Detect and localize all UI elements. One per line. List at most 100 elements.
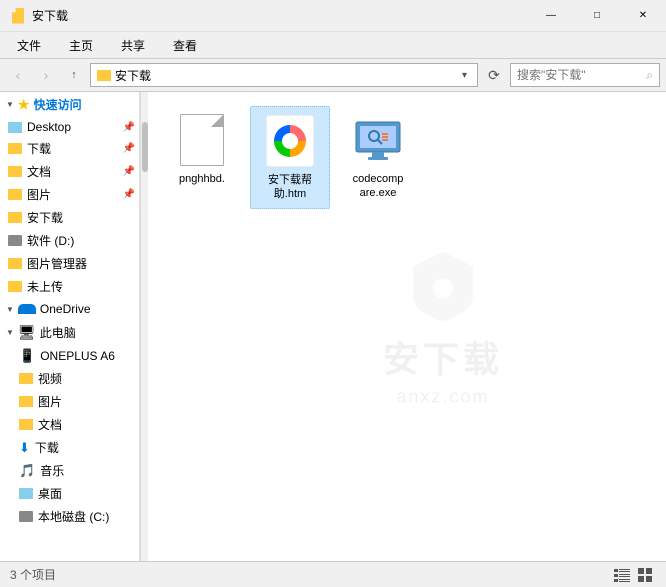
sidebar-item-oneplus[interactable]: 📱 ONEPLUS A6 — [0, 345, 139, 367]
address-bar-row: ‹ › ↑ 安下载 ▾ ⟳ ⌕ — [0, 59, 666, 92]
ribbon-tabs: 文件 主页 共享 查看 — [0, 32, 666, 58]
sidebar-label: 安下载 — [27, 209, 63, 226]
sidebar-thispc[interactable]: ▼ 🖥 此电脑 — [0, 320, 139, 345]
address-path: 安下载 — [115, 67, 151, 84]
sidebar-quickaccess[interactable]: ▼ ★ 快速访问 — [0, 92, 139, 117]
onedrive-label: OneDrive — [40, 302, 91, 316]
folder-icon — [12, 8, 24, 24]
refresh-button[interactable]: ⟳ — [482, 63, 506, 87]
sidebar-scrollbar-thumb — [142, 122, 148, 172]
sidebar: ▼ ★ 快速访问 Desktop 📌 下载 📌 文档 📌 图片 — [0, 92, 140, 561]
sidebar-onedrive[interactable]: ▼ OneDrive — [0, 298, 139, 320]
folder-icon — [8, 143, 22, 154]
file-grid: pnghhbd. 安下载帮助.htm — [158, 102, 656, 213]
sidebar-label: 图片 — [38, 393, 62, 410]
watermark-shield-icon — [403, 246, 483, 326]
file-item-anzaixia[interactable]: 安下载帮助.htm — [250, 106, 330, 209]
sidebar-item-download[interactable]: 下载 📌 — [0, 137, 139, 160]
maximize-button[interactable]: □ — [574, 0, 620, 32]
status-bar: 3 个项目 — [0, 561, 666, 587]
sidebar-label: 视频 — [38, 370, 62, 387]
address-folder-icon — [97, 70, 111, 81]
view-large-button[interactable] — [636, 565, 656, 585]
folder-icon — [8, 189, 22, 200]
address-chevron[interactable]: ▾ — [458, 70, 471, 81]
sidebar-scrollbar[interactable] — [140, 92, 148, 561]
sidebar-item-desktop[interactable]: Desktop 📌 — [0, 117, 139, 137]
sidebar-item-desktop2[interactable]: 桌面 — [0, 482, 139, 505]
download-icon: ⬇ — [19, 440, 30, 456]
quickaccess-label: 快速访问 — [34, 96, 82, 113]
sidebar-label: 下载 — [27, 140, 51, 157]
sidebar-label: 文档 — [27, 163, 51, 180]
title-text: 安下载 — [32, 7, 68, 24]
sidebar-label: 图片 — [27, 186, 51, 203]
main-area: ▼ ★ 快速访问 Desktop 📌 下载 📌 文档 📌 图片 — [0, 92, 666, 561]
pin-icon: 📌 — [123, 143, 135, 154]
sidebar-item-imgmgr[interactable]: 图片管理器 — [0, 252, 139, 275]
sidebar-label: 本地磁盘 (C:) — [38, 508, 109, 525]
minimize-button[interactable]: — — [528, 0, 574, 32]
folder-icon — [8, 212, 22, 223]
view-icons — [612, 565, 656, 585]
sidebar-item-notup[interactable]: 未上传 — [0, 275, 139, 298]
file-label: 安下载帮助.htm — [255, 173, 325, 202]
thispc-label: 此电脑 — [40, 324, 76, 341]
sidebar-label: 未上传 — [27, 278, 63, 295]
folder-icon — [19, 488, 33, 499]
exe-icon — [354, 114, 402, 166]
forward-button[interactable]: › — [34, 63, 58, 87]
sidebar-label: 桌面 — [38, 485, 62, 502]
tab-file[interactable]: 文件 — [4, 32, 54, 58]
back-button[interactable]: ‹ — [6, 63, 30, 87]
sidebar-item-music[interactable]: 🎵 音乐 — [0, 459, 139, 482]
sidebar-item-local-c[interactable]: 本地磁盘 (C:) — [0, 505, 139, 528]
folder-icon — [19, 396, 33, 407]
expand-arrow: ▼ — [6, 100, 14, 109]
folder-icon — [19, 419, 33, 430]
view-details-button[interactable] — [612, 565, 632, 585]
content-area: 安下载 anxz.com pnghhbd. — [148, 92, 666, 561]
file-item-pnghhbd[interactable]: pnghhbd. — [162, 106, 242, 209]
htm-icon — [266, 115, 314, 167]
expand-arrow: ▼ — [6, 328, 14, 337]
file-label: codecomp are.exe — [342, 172, 414, 201]
pin-icon: 📌 — [123, 122, 135, 133]
expand-arrow: ▼ — [6, 305, 14, 314]
sidebar-label: 音乐 — [40, 462, 64, 479]
close-button[interactable]: ✕ — [620, 0, 666, 32]
folder-icon — [8, 166, 22, 177]
address-box[interactable]: 安下载 ▾ — [90, 63, 478, 87]
item-count: 3 个项目 — [10, 566, 56, 583]
sidebar-item-pics2[interactable]: 图片 — [0, 390, 139, 413]
sidebar-item-software-d[interactable]: 软件 (D:) — [0, 229, 139, 252]
sidebar-wrapper: ▼ ★ 快速访问 Desktop 📌 下载 📌 文档 📌 图片 — [0, 92, 148, 561]
star-icon: ★ — [18, 97, 30, 113]
file-item-codecompare[interactable]: codecomp are.exe — [338, 106, 418, 209]
file-icon-wrapper — [262, 113, 318, 169]
search-icon[interactable]: ⌕ — [646, 68, 653, 83]
music-icon: 🎵 — [19, 463, 35, 479]
file-icon-wrapper — [350, 112, 406, 168]
ribbon: 文件 主页 共享 查看 — [0, 32, 666, 59]
sidebar-item-docs[interactable]: 文档 📌 — [0, 160, 139, 183]
sidebar-item-pics[interactable]: 图片 📌 — [0, 183, 139, 206]
sidebar-item-docs2[interactable]: 文档 — [0, 413, 139, 436]
tab-view[interactable]: 查看 — [160, 32, 210, 58]
title-bar: 安下载 — □ ✕ — [0, 0, 666, 32]
up-button[interactable]: ↑ — [62, 63, 86, 87]
sidebar-label: ONEPLUS A6 — [40, 349, 115, 363]
search-input[interactable] — [517, 68, 642, 82]
tab-home[interactable]: 主页 — [56, 32, 106, 58]
sidebar-item-anxia[interactable]: 安下载 — [0, 206, 139, 229]
sidebar-item-down2[interactable]: ⬇ 下载 — [0, 436, 139, 459]
sidebar-label: 图片管理器 — [27, 255, 87, 272]
tab-share[interactable]: 共享 — [108, 32, 158, 58]
sidebar-label: Desktop — [27, 120, 71, 134]
sidebar-item-video[interactable]: 视频 — [0, 367, 139, 390]
pin-icon: 📌 — [123, 189, 135, 200]
phone-icon: 📱 — [19, 348, 35, 364]
sidebar-label: 文档 — [38, 416, 62, 433]
search-box[interactable]: ⌕ — [510, 63, 660, 87]
file-icon-generic — [180, 114, 224, 166]
